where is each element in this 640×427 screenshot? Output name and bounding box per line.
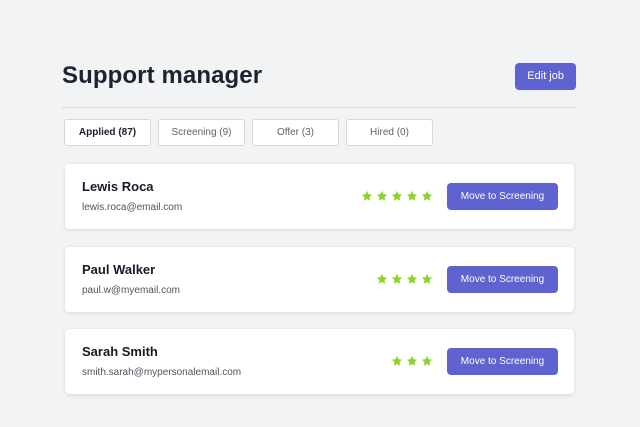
star-icon <box>376 273 388 285</box>
star-icon <box>391 273 403 285</box>
star-icon <box>406 355 418 367</box>
star-icon <box>421 190 433 202</box>
stage-tabs: Applied (87) Screening (9) Offer (3) Hir… <box>64 119 433 146</box>
tab-hired[interactable]: Hired (0) <box>346 119 433 146</box>
star-icon <box>406 190 418 202</box>
candidate-email: smith.sarah@mypersonalemail.com <box>82 367 242 378</box>
job-pipeline-page: Support manager Edit job Applied (87) Sc… <box>0 0 640 427</box>
candidate-name: Lewis Roca <box>82 179 154 194</box>
edit-job-button[interactable]: Edit job <box>515 62 576 90</box>
move-to-screening-button[interactable]: Move to Screening <box>447 348 558 375</box>
tab-offer[interactable]: Offer (3) <box>252 119 339 146</box>
star-icon <box>406 273 418 285</box>
star-icon <box>391 190 403 202</box>
star-icon <box>391 355 403 367</box>
star-icon <box>376 190 388 202</box>
page-title: Support manager <box>62 62 263 89</box>
candidate-list: Lewis Roca lewis.roca@email.com Move to … <box>65 164 574 412</box>
star-icon <box>421 355 433 367</box>
candidate-email: paul.w@myemail.com <box>82 284 180 296</box>
candidate-name: Paul Walker <box>82 261 156 277</box>
candidate-card: Lewis Roca lewis.roca@email.com Move to … <box>65 164 574 229</box>
candidate-rating <box>376 273 433 287</box>
candidate-rating <box>361 190 433 204</box>
page-header: Support manager Edit job <box>62 60 576 92</box>
candidate-name: Sarah Smith <box>82 344 158 359</box>
header-divider <box>62 107 576 108</box>
star-icon <box>421 273 433 285</box>
candidate-rating <box>391 355 433 369</box>
star-icon <box>361 190 373 202</box>
tab-screening[interactable]: Screening (9) <box>158 119 245 146</box>
move-to-screening-button[interactable]: Move to Screening <box>447 265 558 293</box>
candidate-email: lewis.roca@email.com <box>82 202 183 213</box>
tab-applied[interactable]: Applied (87) <box>64 119 151 146</box>
candidate-card: Paul Walker paul.w@myemail.com Move to S… <box>65 246 574 312</box>
move-to-screening-button[interactable]: Move to Screening <box>447 183 558 210</box>
candidate-card: Sarah Smith smith.sarah@mypersonalemail.… <box>65 329 574 394</box>
